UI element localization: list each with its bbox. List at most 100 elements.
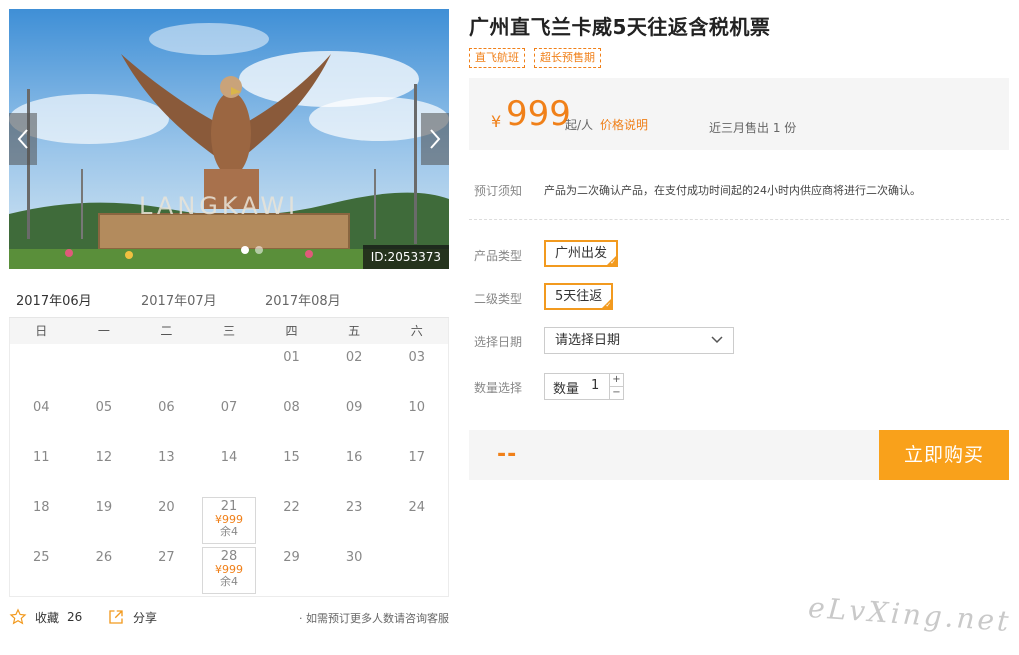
calendar-day: 04 <box>10 396 73 446</box>
calendar-day-number: 05 <box>95 400 113 415</box>
gallery-next-button[interactable] <box>421 113 449 165</box>
calendar-day-number: 26 <box>95 550 113 565</box>
tab-month-2017-08[interactable]: 2017年08月 <box>265 290 341 319</box>
calendar-day: 29 <box>260 546 323 596</box>
sold-count: 近三月售出 1 份 <box>709 121 797 135</box>
weekday-label: 六 <box>410 324 423 338</box>
calendar-day: 30 <box>323 546 386 596</box>
price-unit: 起/人 <box>565 118 594 132</box>
calendar-day-number: 22 <box>283 500 300 515</box>
calendar-day-number: 04 <box>33 400 50 415</box>
calendar-day-number: 17 <box>408 450 425 465</box>
subtype-option[interactable]: 5天往返 ✓ <box>544 283 614 310</box>
tab-month-2017-07[interactable]: 2017年07月 <box>141 290 217 319</box>
month-tabs: 2017年06月 2017年07月 2017年08月 <box>9 284 449 322</box>
calendar-day-stock: 余4 <box>219 525 238 538</box>
calendar-day-stock: 余4 <box>219 575 238 588</box>
product-type-option[interactable]: 广州出发 ✓ <box>544 240 619 267</box>
quantity-prefix: 数量 <box>553 382 580 397</box>
calendar-day: 05 <box>73 396 136 446</box>
favorite-button[interactable]: 收藏 26 <box>9 608 82 626</box>
chevron-right-icon <box>430 129 441 149</box>
weekday-label: 四 <box>285 324 298 338</box>
date-select-value: 请选择日期 <box>555 333 621 348</box>
tag-direct-flight: 直飞航班 <box>469 48 525 68</box>
calendar-day-number: 18 <box>33 500 50 515</box>
price-box: ¥ 999 起/人 价格说明 近三月售出 1 份 <box>469 78 1009 150</box>
check-icon: ✓ <box>610 258 617 266</box>
quantity-decrease-button[interactable]: − <box>610 386 623 398</box>
date-select[interactable]: 请选择日期 <box>544 327 734 354</box>
page-title: 广州直飞兰卡威5天往返含税机票 <box>469 15 771 39</box>
total-price: -- <box>497 442 518 467</box>
calendar-day: 20 <box>135 496 198 546</box>
contact-note: · 如需预订更多人数请咨询客服 <box>299 612 449 625</box>
weekday-label: 五 <box>348 324 361 338</box>
price-value: 999 <box>506 94 571 134</box>
quantity-label: 数量选择 <box>474 381 523 395</box>
calendar-day-number: 01 <box>283 350 300 365</box>
calendar-day: 16 <box>323 446 386 496</box>
gallery-prev-button[interactable] <box>9 113 37 165</box>
calendar-day-number: 06 <box>158 400 175 415</box>
weekday-label: 二 <box>160 324 173 338</box>
calendar: 日 一 二 三 四 五 六 01 02 03 04 05 06 07 08 09 10 11 12 13… <box>9 318 449 597</box>
calendar-day: 02 <box>323 346 386 396</box>
calendar-day: 19 <box>73 496 136 546</box>
calendar-day-number: 13 <box>158 450 175 465</box>
calendar-day-number: 09 <box>345 400 363 415</box>
calendar-day-number: 24 <box>408 500 425 515</box>
calendar-day-available[interactable]: 21 ¥999 余4 <box>201 497 257 544</box>
gallery-dot[interactable] <box>241 246 249 254</box>
calendar-empty-cell <box>10 346 73 396</box>
calendar-day-available[interactable]: 28 ¥999 余4 <box>201 547 257 594</box>
calendar-day: 24 <box>385 496 448 546</box>
quantity-increase-button[interactable]: + <box>610 374 623 386</box>
favorite-count: 26 <box>67 610 83 624</box>
calendar-day-number: 25 <box>33 550 50 565</box>
product-type-value: 广州出发 <box>555 246 608 261</box>
calendar-day-number: 08 <box>283 400 300 415</box>
calendar-day-number: 28 <box>220 549 238 564</box>
calendar-day-number: 21 <box>220 499 238 514</box>
calendar-day: 11 <box>10 446 73 496</box>
quantity-stepper: 数量 1 + − <box>544 373 624 400</box>
calendar-day-number: 12 <box>95 450 113 465</box>
calendar-day-number: 29 <box>283 550 300 565</box>
share-button[interactable]: 分享 <box>107 608 157 626</box>
quantity-input[interactable]: 1 <box>591 378 599 393</box>
calendar-day-number: 19 <box>95 500 113 515</box>
calendar-day: 23 <box>323 496 386 546</box>
gallery-id-badge: ID:2053373 <box>362 245 449 269</box>
calendar-day-number: 03 <box>408 350 425 365</box>
calendar-day-number: 02 <box>345 350 363 365</box>
subtype-value: 5天往返 <box>555 289 603 304</box>
notice-text: 产品为二次确认产品，在支付成功时间起的24小时内供应商将进行二次确认。 <box>544 184 921 197</box>
weekday-label: 一 <box>97 324 110 338</box>
quantity-buttons: + − <box>609 374 623 399</box>
favorite-label: 收藏 <box>35 610 60 625</box>
check-icon: ✓ <box>605 301 612 309</box>
buy-bar: -- 立即购买 <box>469 430 1009 480</box>
calendar-day: 26 <box>73 546 136 596</box>
subtype-label: 二级类型 <box>474 292 523 306</box>
weekday-label: 日 <box>35 324 48 338</box>
calendar-day: 17 <box>385 446 448 496</box>
calendar-day: 27 <box>135 546 198 596</box>
share-icon <box>109 610 123 624</box>
calendar-day: 13 <box>135 446 198 496</box>
calendar-day-number: 14 <box>220 450 238 465</box>
calendar-weekdays: 日 一 二 三 四 五 六 <box>10 318 448 344</box>
calendar-day: 09 <box>323 396 386 446</box>
calendar-day-number: 20 <box>158 500 175 515</box>
calendar-day-number: 15 <box>283 450 300 465</box>
buy-now-button[interactable]: 立即购买 <box>879 430 1009 480</box>
calendar-day: 22 <box>260 496 323 546</box>
gallery-dot[interactable] <box>255 246 263 254</box>
calendar-day-number: 16 <box>345 450 363 465</box>
calendar-day: 25 <box>10 546 73 596</box>
product-tags: 直飞航班 超长预售期 <box>469 48 601 68</box>
calendar-day: 18 <box>10 496 73 546</box>
price-explain-link[interactable]: 价格说明 <box>600 116 648 133</box>
notice-label: 预订须知 <box>474 184 523 198</box>
